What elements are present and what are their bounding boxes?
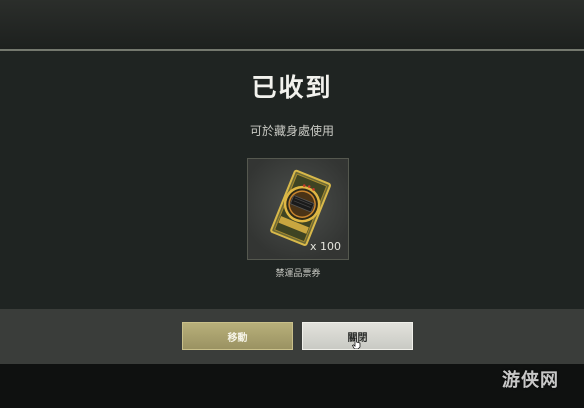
- item-tile[interactable]: x 100: [247, 158, 349, 260]
- move-button-label: 移動: [227, 332, 248, 344]
- pointer-cursor-icon: [352, 338, 361, 349]
- dialog-subtitle: 可於藏身處使用: [249, 124, 334, 138]
- item-quantity: x 100: [309, 240, 341, 253]
- bottom-backdrop: [0, 364, 584, 408]
- dialog-title: 已收到: [251, 73, 333, 102]
- watermark-logo: 游侠网: [502, 370, 559, 391]
- item-name: 禁運品票券: [275, 269, 321, 279]
- move-button[interactable]: 移動: [182, 322, 293, 350]
- top-backdrop: [0, 0, 584, 49]
